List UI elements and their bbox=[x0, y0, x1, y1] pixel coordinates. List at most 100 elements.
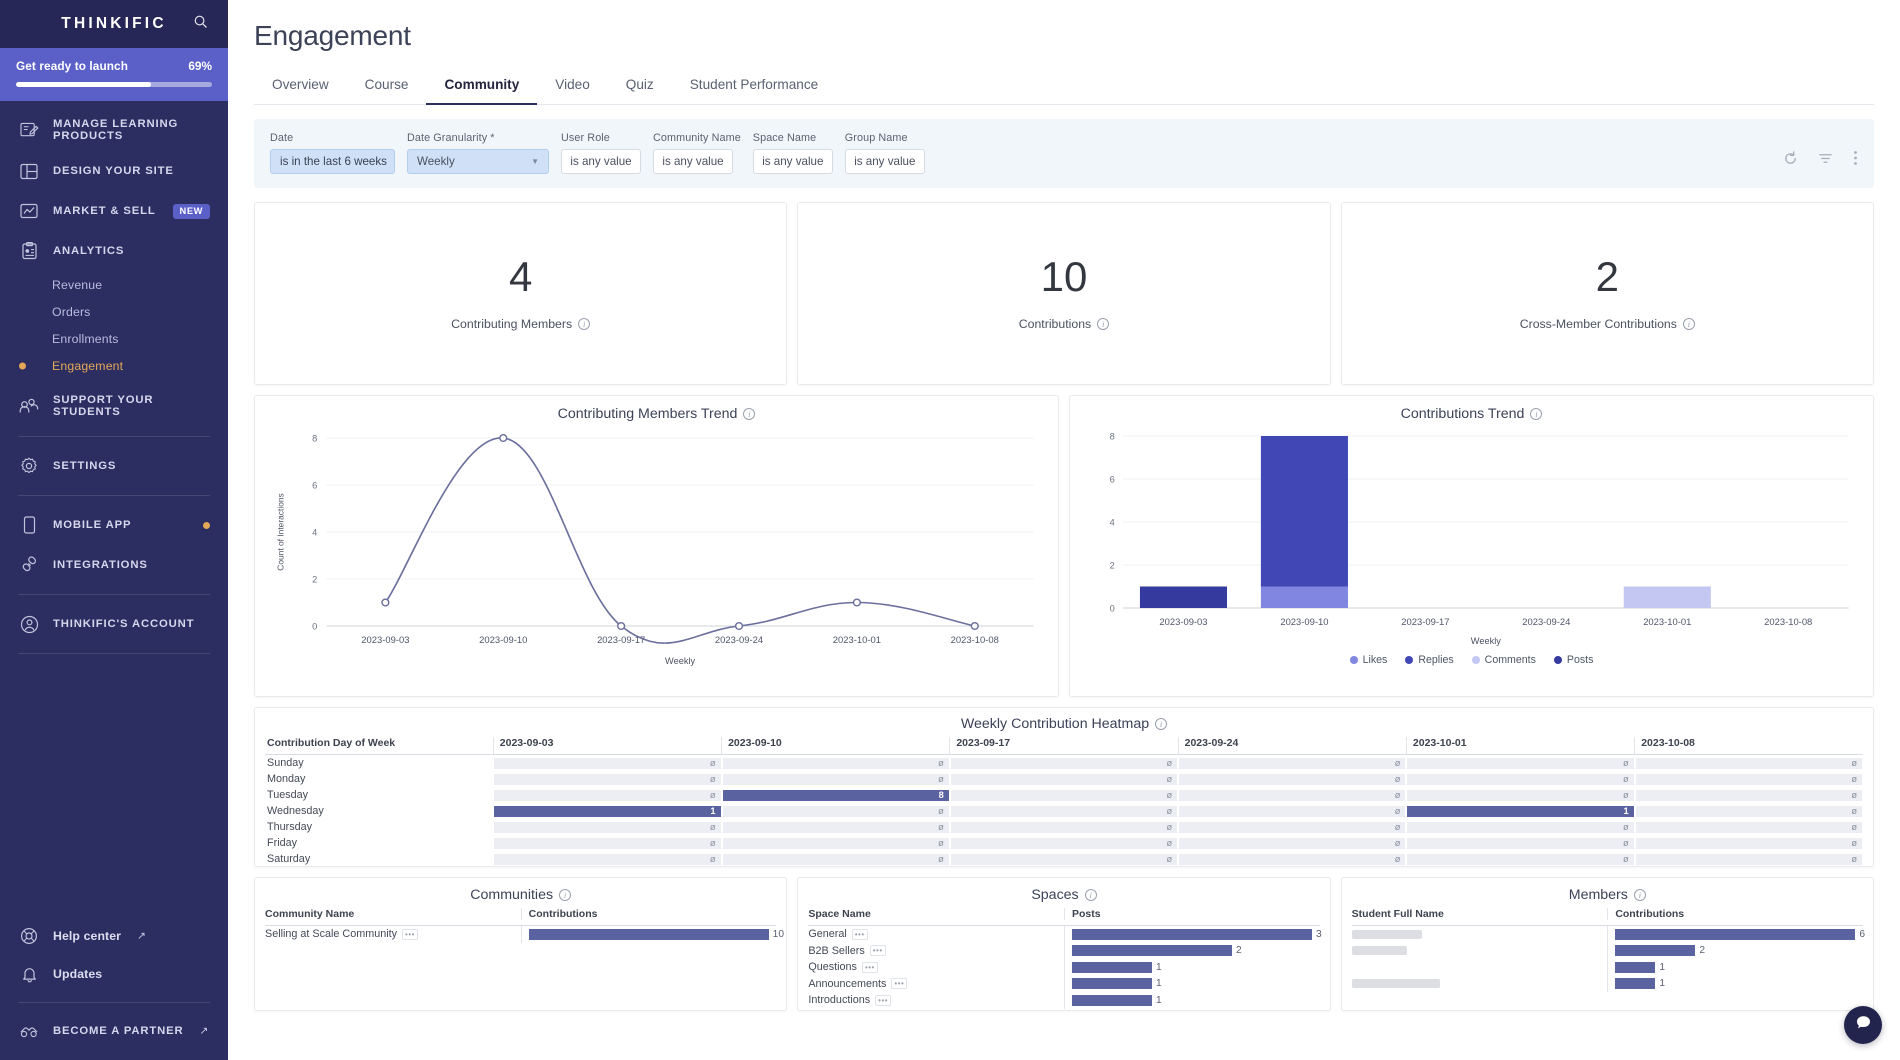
heatmap-cell[interactable]: ø bbox=[1178, 771, 1406, 787]
legend-item[interactable]: Replies bbox=[1405, 654, 1454, 666]
row-menu-icon[interactable]: ••• bbox=[875, 994, 892, 1006]
tab-student-performance[interactable]: Student Performance bbox=[672, 68, 836, 105]
table-row[interactable]: Questions ••• 1 bbox=[808, 959, 1319, 976]
info-icon[interactable]: i bbox=[559, 889, 572, 901]
date-filter-input[interactable]: is in the last 6 weeks bbox=[270, 149, 395, 174]
heatmap-cell[interactable]: ø bbox=[1635, 803, 1863, 819]
heatmap-cell[interactable]: ø bbox=[1178, 787, 1406, 803]
table-row[interactable]: Introductions ••• 1 bbox=[808, 992, 1319, 1009]
sidebar-item-engagement[interactable]: Engagement bbox=[0, 352, 228, 379]
heatmap-cell[interactable]: ø bbox=[1635, 819, 1863, 835]
table-row[interactable]: Announcements ••• 1 bbox=[808, 975, 1319, 992]
heatmap-cell[interactable]: ø bbox=[1178, 755, 1406, 772]
sidebar-item-help-center[interactable]: Help center ↗ bbox=[0, 917, 228, 955]
date-granularity-select[interactable]: Weekly ▼ bbox=[407, 149, 549, 174]
sidebar-item-design-your-site[interactable]: DESIGN YOUR SITE bbox=[0, 151, 228, 191]
table-row[interactable]: General ••• 3 bbox=[808, 926, 1322, 943]
info-icon[interactable]: i bbox=[1097, 318, 1110, 330]
heatmap-cell[interactable]: ø bbox=[1406, 755, 1634, 772]
heatmap-cell[interactable]: ø bbox=[493, 755, 721, 772]
heatmap-cell[interactable]: ø bbox=[1406, 835, 1634, 851]
heatmap-cell[interactable]: ø bbox=[722, 835, 950, 851]
heatmap-cell[interactable]: ø bbox=[722, 851, 950, 867]
sidebar-item-orders[interactable]: Orders bbox=[0, 298, 228, 325]
sidebar-item-updates[interactable]: Updates bbox=[0, 955, 228, 993]
heatmap-cell[interactable]: ø bbox=[1406, 787, 1634, 803]
sidebar-item-thinkifics-account[interactable]: THINKIFIC'S ACCOUNT bbox=[0, 604, 228, 644]
heatmap-cell[interactable]: ø bbox=[1178, 819, 1406, 835]
tab-community[interactable]: Community bbox=[426, 68, 538, 105]
heatmap-cell[interactable]: ø bbox=[722, 771, 950, 787]
sidebar-item-manage-learning-products[interactable]: MANAGE LEARNING PRODUCTS bbox=[0, 109, 228, 151]
heatmap-cell[interactable]: ø bbox=[722, 755, 950, 772]
heatmap-cell[interactable]: ø bbox=[950, 787, 1178, 803]
table-row[interactable]: Selling at Scale Community ••• 10 bbox=[265, 926, 784, 943]
heatmap-cell[interactable]: ø bbox=[950, 835, 1178, 851]
info-icon[interactable]: i bbox=[578, 318, 591, 330]
info-icon[interactable]: i bbox=[1084, 889, 1097, 901]
group-name-input[interactable]: is any value bbox=[844, 149, 925, 174]
heatmap-cell[interactable]: 1 bbox=[493, 803, 721, 819]
heatmap-cell[interactable]: ø bbox=[1635, 787, 1863, 803]
heatmap-cell[interactable]: ø bbox=[1178, 851, 1406, 867]
heatmap-cell[interactable]: ø bbox=[493, 771, 721, 787]
info-icon[interactable]: i bbox=[1682, 318, 1695, 330]
table-row[interactable]: B2B Sellers ••• 2 bbox=[808, 942, 1319, 959]
sidebar-item-analytics[interactable]: ANALYTICS bbox=[0, 231, 228, 271]
more-options-icon[interactable] bbox=[1853, 150, 1858, 171]
user-role-input[interactable]: is any value bbox=[561, 149, 641, 174]
info-icon[interactable]: i bbox=[1530, 408, 1543, 420]
heatmap-cell[interactable]: 8 bbox=[722, 787, 950, 803]
heatmap-cell[interactable]: ø bbox=[493, 819, 721, 835]
table-row[interactable]: 2 bbox=[1351, 942, 1863, 959]
heatmap-cell[interactable]: ø bbox=[1635, 755, 1863, 772]
heatmap-cell[interactable]: ø bbox=[1178, 803, 1406, 819]
space-name-input[interactable]: is any value bbox=[752, 149, 833, 174]
community-name-input[interactable]: is any value bbox=[653, 149, 733, 174]
search-icon[interactable] bbox=[193, 14, 208, 34]
filter-icon[interactable] bbox=[1818, 151, 1833, 171]
refresh-icon[interactable] bbox=[1783, 150, 1798, 171]
legend-item[interactable]: Comments bbox=[1471, 654, 1536, 666]
row-menu-icon[interactable]: ••• bbox=[861, 961, 878, 973]
tab-course[interactable]: Course bbox=[347, 68, 427, 105]
row-menu-icon[interactable]: ••• bbox=[851, 928, 868, 940]
heatmap-cell[interactable]: ø bbox=[493, 835, 721, 851]
info-icon[interactable]: i bbox=[1155, 718, 1168, 730]
chat-widget-button[interactable] bbox=[1844, 1006, 1882, 1044]
heatmap-cell[interactable]: 1 bbox=[1406, 803, 1634, 819]
info-icon[interactable]: i bbox=[1633, 889, 1646, 901]
legend-item[interactable]: Likes bbox=[1349, 654, 1387, 666]
row-menu-icon[interactable]: ••• bbox=[891, 978, 908, 990]
sidebar-item-support-your-students[interactable]: SUPPORT YOUR STUDENTS bbox=[0, 385, 228, 427]
heatmap-cell[interactable]: ø bbox=[722, 819, 950, 835]
heatmap-cell[interactable]: ø bbox=[1406, 771, 1634, 787]
launch-progress-card[interactable]: Get ready to launch 69% bbox=[0, 48, 228, 101]
heatmap-cell[interactable]: ø bbox=[950, 771, 1178, 787]
heatmap-cell[interactable]: ø bbox=[1635, 851, 1863, 867]
legend-item[interactable]: Posts bbox=[1553, 654, 1593, 666]
table-row[interactable]: 1 bbox=[1352, 959, 1863, 976]
sidebar-item-become-a-partner[interactable]: BECOME A PARTNER ↗ bbox=[0, 1012, 228, 1050]
heatmap-cell[interactable]: ø bbox=[1635, 771, 1863, 787]
tab-quiz[interactable]: Quiz bbox=[608, 68, 672, 105]
tab-overview[interactable]: Overview bbox=[254, 68, 347, 105]
heatmap-cell[interactable]: ø bbox=[1406, 819, 1634, 835]
sidebar-item-integrations[interactable]: INTEGRATIONS bbox=[0, 545, 228, 585]
sidebar-item-market-and-sell[interactable]: MARKET & SELL NEW bbox=[0, 191, 228, 231]
table-row[interactable]: 1 bbox=[1351, 975, 1863, 992]
heatmap-cell[interactable]: ø bbox=[950, 851, 1178, 867]
table-row[interactable]: 6 bbox=[1351, 926, 1865, 943]
heatmap-cell[interactable]: ø bbox=[493, 787, 721, 803]
heatmap-cell[interactable]: ø bbox=[493, 851, 721, 867]
row-menu-icon[interactable]: ••• bbox=[869, 945, 886, 957]
heatmap-cell[interactable]: ø bbox=[1178, 835, 1406, 851]
sidebar-item-enrollments[interactable]: Enrollments bbox=[0, 325, 228, 352]
sidebar-item-mobile-app[interactable]: MOBILE APP bbox=[0, 505, 228, 545]
sidebar-item-settings[interactable]: SETTINGS bbox=[0, 446, 228, 486]
heatmap-cell[interactable]: ø bbox=[722, 803, 950, 819]
row-menu-icon[interactable]: ••• bbox=[402, 928, 418, 940]
heatmap-cell[interactable]: ø bbox=[950, 755, 1178, 772]
heatmap-cell[interactable]: ø bbox=[950, 819, 1178, 835]
sidebar-item-revenue[interactable]: Revenue bbox=[0, 271, 228, 298]
